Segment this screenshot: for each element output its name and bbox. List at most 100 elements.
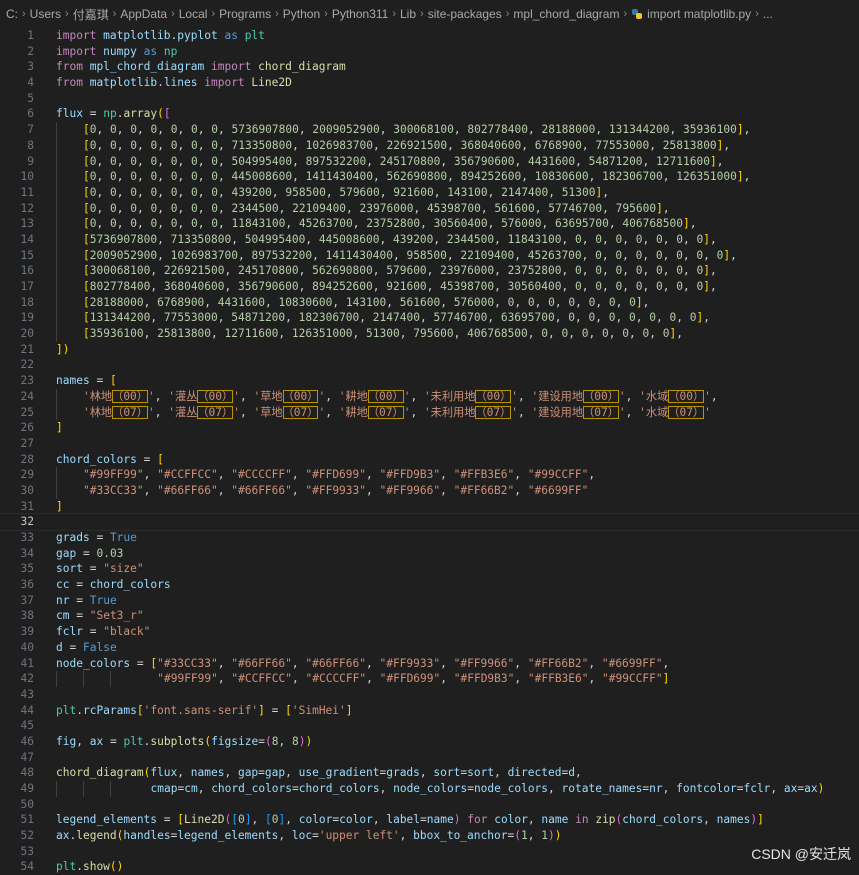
code-line[interactable]: 14 [5736907800, 713350800, 504995400, 44… bbox=[0, 232, 859, 248]
code-line[interactable]: 22 bbox=[0, 357, 859, 373]
breadcrumb-item[interactable]: Lib bbox=[400, 7, 416, 21]
code-line[interactable]: 38cm = "Set3_r" bbox=[0, 608, 859, 624]
code-editor[interactable]: 1import matplotlib.pyplot as plt2import … bbox=[0, 28, 859, 875]
breadcrumb-item[interactable]: AppData bbox=[120, 7, 167, 21]
code-text: nr = True bbox=[56, 593, 117, 609]
code-line[interactable]: 44plt.rcParams['font.sans-serif'] = ['Si… bbox=[0, 703, 859, 719]
breadcrumb-item[interactable]: C: bbox=[6, 7, 18, 21]
code-line[interactable]: 7 [0, 0, 0, 0, 0, 0, 0, 5736907800, 2009… bbox=[0, 122, 859, 138]
line-number: 39 bbox=[0, 624, 34, 640]
code-line[interactable]: 43 bbox=[0, 687, 859, 703]
code-text: sort = "size" bbox=[56, 561, 144, 577]
code-line[interactable]: 28chord_colors = [ bbox=[0, 452, 859, 468]
line-number: 3 bbox=[0, 59, 34, 75]
breadcrumb-item[interactable]: Python bbox=[283, 7, 320, 21]
code-line[interactable]: 47 bbox=[0, 750, 859, 766]
code-line[interactable]: 39fclr = "black" bbox=[0, 624, 859, 640]
code-line[interactable]: 46fig, ax = plt.subplots(figsize=(8, 8)) bbox=[0, 734, 859, 750]
code-line[interactable]: 6flux = np.array([ bbox=[0, 106, 859, 122]
line-number: 30 bbox=[0, 483, 34, 499]
code-line[interactable]: 29 "#99FF99", "#CCFFCC", "#CCCCFF", "#FF… bbox=[0, 467, 859, 483]
code-text: cmap=cm, chord_colors=chord_colors, node… bbox=[56, 781, 824, 797]
chevron-right-icon: › bbox=[623, 8, 627, 20]
code-line[interactable]: 15 [2009052900, 1026983700, 897532200, 1… bbox=[0, 248, 859, 264]
code-text: node_colors = ["#33CC33", "#66FF66", "#6… bbox=[56, 656, 669, 672]
code-line[interactable]: 35sort = "size" bbox=[0, 561, 859, 577]
breadcrumb-file[interactable]: import matplotlib.py bbox=[647, 7, 751, 21]
chevron-right-icon: › bbox=[755, 8, 759, 20]
breadcrumb-item[interactable]: 付嘉琪 bbox=[73, 6, 109, 23]
code-line[interactable]: 18 [28188000, 6768900, 4431600, 10830600… bbox=[0, 295, 859, 311]
code-line[interactable]: 52 ax.legend(handles=legend_elements, loc… bbox=[0, 828, 859, 844]
code-line[interactable]: 16 [300068100, 226921500, 245170800, 562… bbox=[0, 263, 859, 279]
line-number: 7 bbox=[0, 122, 34, 138]
breadcrumb-item[interactable]: Users bbox=[30, 7, 61, 21]
line-number: 31 bbox=[0, 499, 34, 515]
code-line[interactable]: 37nr = True bbox=[0, 593, 859, 609]
code-line[interactable]: 1import matplotlib.pyplot as plt bbox=[0, 28, 859, 44]
code-text: "#99FF99", "#CCFFCC", "#CCCCFF", "#FFD69… bbox=[56, 671, 669, 687]
code-line[interactable]: 45 bbox=[0, 718, 859, 734]
code-line[interactable]: 2import numpy as np bbox=[0, 44, 859, 60]
code-line[interactable]: 21]) bbox=[0, 342, 859, 358]
code-line[interactable]: 36 cc = chord_colors bbox=[0, 577, 859, 593]
code-text: cc = chord_colors bbox=[56, 577, 171, 593]
code-line[interactable]: 48chord_diagram(flux, names, gap=gap, us… bbox=[0, 765, 859, 781]
code-line[interactable]: 25 '林地（07）', '灌丛（07）', '草地（07）', '耕地（07）… bbox=[0, 405, 859, 421]
code-line[interactable]: 12 [0, 0, 0, 0, 0, 0, 0, 2344500, 221094… bbox=[0, 201, 859, 217]
code-text: [0, 0, 0, 0, 0, 0, 0, 439200, 958500, 57… bbox=[56, 185, 609, 201]
chevron-right-icon: › bbox=[506, 8, 510, 20]
code-line[interactable]: 51legend_elements = [Line2D([0], [0], co… bbox=[0, 812, 859, 828]
code-line[interactable]: 3from mpl_chord_diagram import chord_dia… bbox=[0, 59, 859, 75]
code-line[interactable]: 20 [35936100, 25813800, 12711600, 126351… bbox=[0, 326, 859, 342]
code-line[interactable]: 40d = False bbox=[0, 640, 859, 656]
code-text: d = False bbox=[56, 640, 117, 656]
code-text: chord_diagram(flux, names, gap=gap, use_… bbox=[56, 765, 582, 781]
line-number: 21 bbox=[0, 342, 34, 358]
chevron-right-icon: › bbox=[211, 8, 215, 20]
code-line[interactable]: 33grads = True bbox=[0, 530, 859, 546]
code-line[interactable]: 34gap = 0.03 bbox=[0, 546, 859, 562]
code-text: import matplotlib.pyplot as plt bbox=[56, 28, 265, 44]
code-line[interactable]: 13 [0, 0, 0, 0, 0, 0, 0, 11843100, 45263… bbox=[0, 216, 859, 232]
line-number: 14 bbox=[0, 232, 34, 248]
code-line[interactable]: 27 bbox=[0, 436, 859, 452]
code-line[interactable]: 10 [0, 0, 0, 0, 0, 0, 0, 445008600, 1411… bbox=[0, 169, 859, 185]
code-line[interactable]: 42 "#99FF99", "#CCFFCC", "#CCCCFF", "#FF… bbox=[0, 671, 859, 687]
code-line[interactable]: 24 '林地（00）', '灌丛（00）', '草地（00）', '耕地（00）… bbox=[0, 389, 859, 405]
line-number: 54 bbox=[0, 859, 34, 875]
breadcrumb-item[interactable]: Programs bbox=[219, 7, 271, 21]
code-line[interactable]: 26] bbox=[0, 420, 859, 436]
breadcrumb-item[interactable]: Local bbox=[179, 7, 208, 21]
code-line[interactable]: 32 bbox=[0, 514, 859, 530]
code-line[interactable]: 9 [0, 0, 0, 0, 0, 0, 0, 504995400, 89753… bbox=[0, 154, 859, 170]
code-text: [35936100, 25813800, 12711600, 126351000… bbox=[56, 326, 683, 342]
code-line[interactable]: 49 cmap=cm, chord_colors=chord_colors, n… bbox=[0, 781, 859, 797]
breadcrumb-ellipsis[interactable]: ... bbox=[763, 7, 773, 21]
code-text: [0, 0, 0, 0, 0, 0, 0, 5736907800, 200905… bbox=[56, 122, 750, 138]
code-line[interactable]: 50 bbox=[0, 797, 859, 813]
code-line[interactable]: 30 "#33CC33", "#66FF66", "#66FF66", "#FF… bbox=[0, 483, 859, 499]
line-number: 36 bbox=[0, 577, 34, 593]
code-line[interactable]: 19 [131344200, 77553000, 54871200, 18230… bbox=[0, 310, 859, 326]
code-line[interactable]: 11 [0, 0, 0, 0, 0, 0, 0, 439200, 958500,… bbox=[0, 185, 859, 201]
code-text: ax.legend(handles=legend_elements, loc='… bbox=[56, 828, 561, 844]
line-number: 5 bbox=[0, 91, 34, 107]
code-line[interactable]: 41node_colors = ["#33CC33", "#66FF66", "… bbox=[0, 656, 859, 672]
code-line[interactable]: 53 bbox=[0, 844, 859, 860]
code-line[interactable]: 31] bbox=[0, 499, 859, 515]
code-text: '林地（07）', '灌丛（07）', '草地（07）', '耕地（07）', … bbox=[56, 405, 711, 421]
breadcrumb-item[interactable]: Python311 bbox=[332, 7, 389, 21]
code-line[interactable]: 54plt.show() bbox=[0, 859, 859, 875]
code-text: ] bbox=[56, 499, 63, 515]
code-line[interactable]: 4from matplotlib.lines import Line2D bbox=[0, 75, 859, 91]
line-number: 33 bbox=[0, 530, 34, 546]
breadcrumb-item[interactable]: site-packages bbox=[428, 7, 502, 21]
code-line[interactable]: 17 [802778400, 368040600, 356790600, 894… bbox=[0, 279, 859, 295]
code-text: [802778400, 368040600, 356790600, 894252… bbox=[56, 279, 717, 295]
breadcrumb-item[interactable]: mpl_chord_diagram bbox=[513, 7, 619, 21]
line-number: 52 bbox=[0, 828, 34, 844]
code-line[interactable]: 23names = [ bbox=[0, 373, 859, 389]
code-line[interactable]: 5 bbox=[0, 91, 859, 107]
code-line[interactable]: 8 [0, 0, 0, 0, 0, 0, 0, 713350800, 10269… bbox=[0, 138, 859, 154]
